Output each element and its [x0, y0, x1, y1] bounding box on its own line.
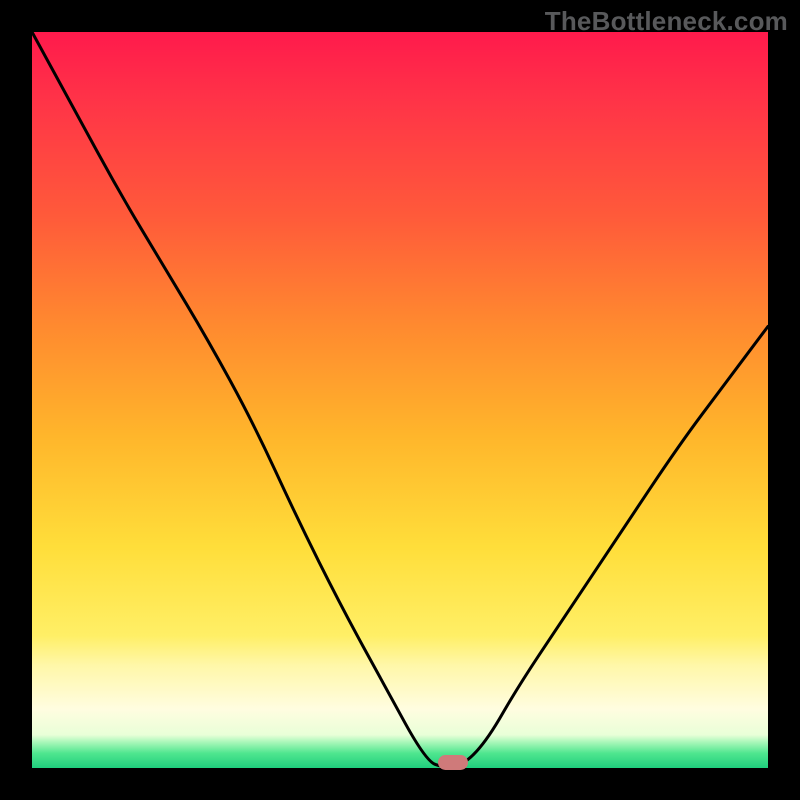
bottleneck-plot	[32, 32, 768, 768]
chart-frame: TheBottleneck.com	[0, 0, 800, 800]
optimal-point-marker	[438, 755, 468, 770]
gradient-background	[32, 32, 768, 768]
